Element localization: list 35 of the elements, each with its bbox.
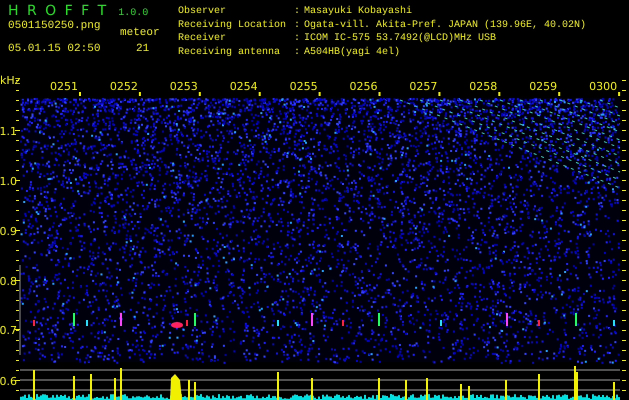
frequency-label: 0.7: [0, 324, 17, 337]
frequency-label: 0.9: [0, 225, 17, 238]
time-label: 0256: [350, 80, 378, 93]
frequency-label: 1.0: [0, 175, 17, 188]
app-name: H R O F F T: [8, 3, 108, 19]
info-separator: :: [294, 33, 302, 46]
info-separator: :: [294, 20, 302, 32]
info-value: Masayuki Kobayashi: [304, 6, 414, 19]
app-version: 1.0.0: [118, 8, 148, 19]
date-time: 05.01.15 02:50: [8, 43, 102, 55]
meteor-count: 21: [135, 43, 150, 55]
time-label: 0257: [409, 80, 438, 93]
info-label: Receiving Location: [178, 20, 288, 32]
info-separator: :: [294, 6, 302, 19]
time-label: 0255: [290, 80, 318, 93]
time-label: 0253: [170, 80, 198, 93]
time-label: 0254: [230, 80, 258, 93]
info-value: Ogata-vill. Akita-Pref. JAPAN (139.96E, 40.02N): [304, 20, 586, 32]
frequency-label: 0.6: [0, 375, 17, 388]
info-value: A504HB(yagi 4el): [304, 46, 402, 60]
frequency-label: 1.1: [0, 125, 17, 138]
info-value: ICOM IC-575 53.7492(@LCD)MHz USB: [304, 33, 498, 46]
file-name: 0501150250.png: [8, 19, 102, 32]
info-label: Receiving antenna: [178, 46, 282, 60]
time-label: 0259: [529, 80, 558, 93]
unit-label: kHz: [0, 74, 20, 87]
info-label: Receiver: [178, 33, 228, 46]
info-label: Observer: [178, 6, 228, 19]
time-label: 0252: [110, 80, 138, 93]
time-label: 0300: [589, 80, 618, 93]
time-label: 0251: [50, 80, 78, 93]
frequency-label: 0.8: [0, 275, 17, 288]
time-label: 0258: [469, 80, 498, 93]
meteor-label: meteor: [120, 27, 161, 39]
info-separator: :: [294, 46, 302, 60]
